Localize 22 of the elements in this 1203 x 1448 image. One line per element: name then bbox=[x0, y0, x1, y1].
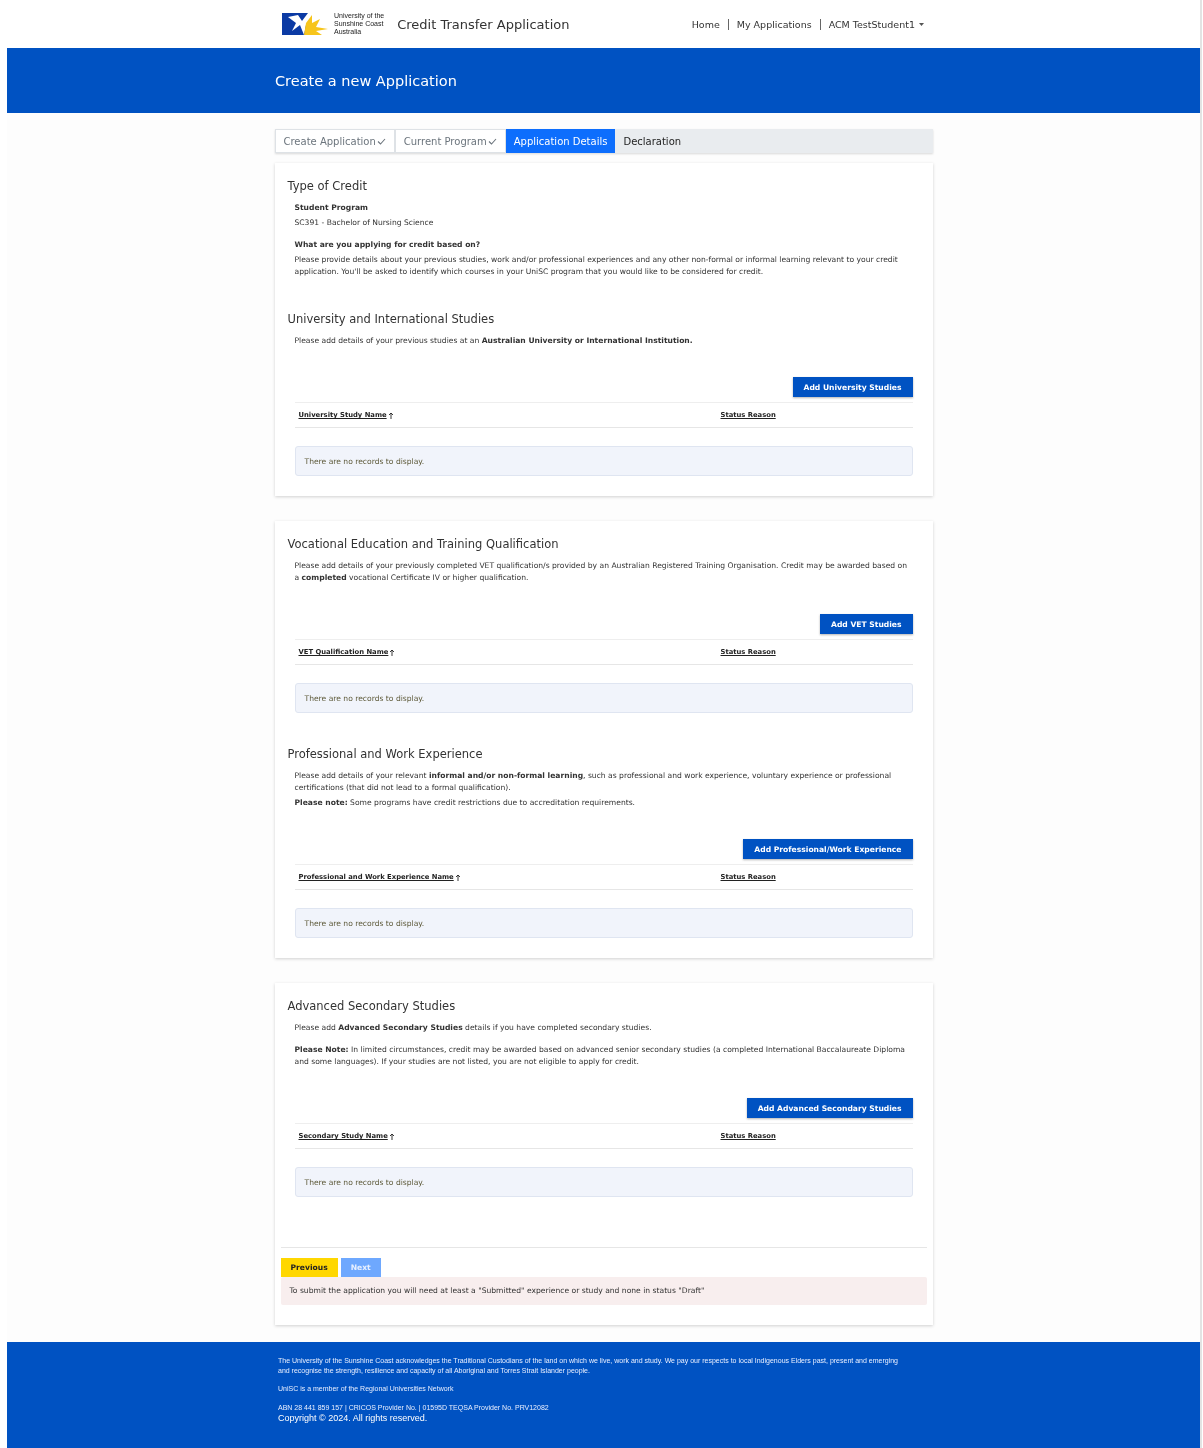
sort-arrow-icon bbox=[389, 648, 396, 656]
sort-arrow-icon bbox=[454, 873, 461, 881]
user-menu[interactable]: ACM TestStudent1 bbox=[820, 18, 932, 30]
step-tab[interactable]: Application Details bbox=[505, 129, 616, 153]
check-icon bbox=[376, 137, 386, 145]
copyright-text: Copyright © 2024. All rights reserved. bbox=[278, 1413, 429, 1424]
step-tab[interactable]: Declaration bbox=[615, 129, 690, 153]
caret-icon bbox=[919, 22, 924, 26]
nav-link[interactable]: My Applications bbox=[728, 18, 821, 30]
section-title: Professional and Work Experience bbox=[287, 747, 484, 761]
sort-arrow-icon bbox=[387, 411, 394, 419]
section-title: University and International Studies bbox=[287, 312, 496, 326]
page-title: Create a new Application bbox=[275, 72, 457, 89]
check-icon bbox=[487, 137, 497, 145]
step-tab[interactable]: Current Program bbox=[394, 129, 506, 153]
section-title: Type of Credit bbox=[287, 179, 368, 193]
section-title: Vocational Education and Training Qualification bbox=[287, 537, 560, 551]
step-tab[interactable]: Create Application bbox=[274, 129, 395, 153]
nav-link[interactable]: Home bbox=[683, 18, 729, 30]
sort-arrow-icon bbox=[388, 1132, 395, 1140]
app-title: Credit Transfer Application bbox=[397, 16, 570, 32]
section-title: Advanced Secondary Studies bbox=[287, 999, 457, 1013]
